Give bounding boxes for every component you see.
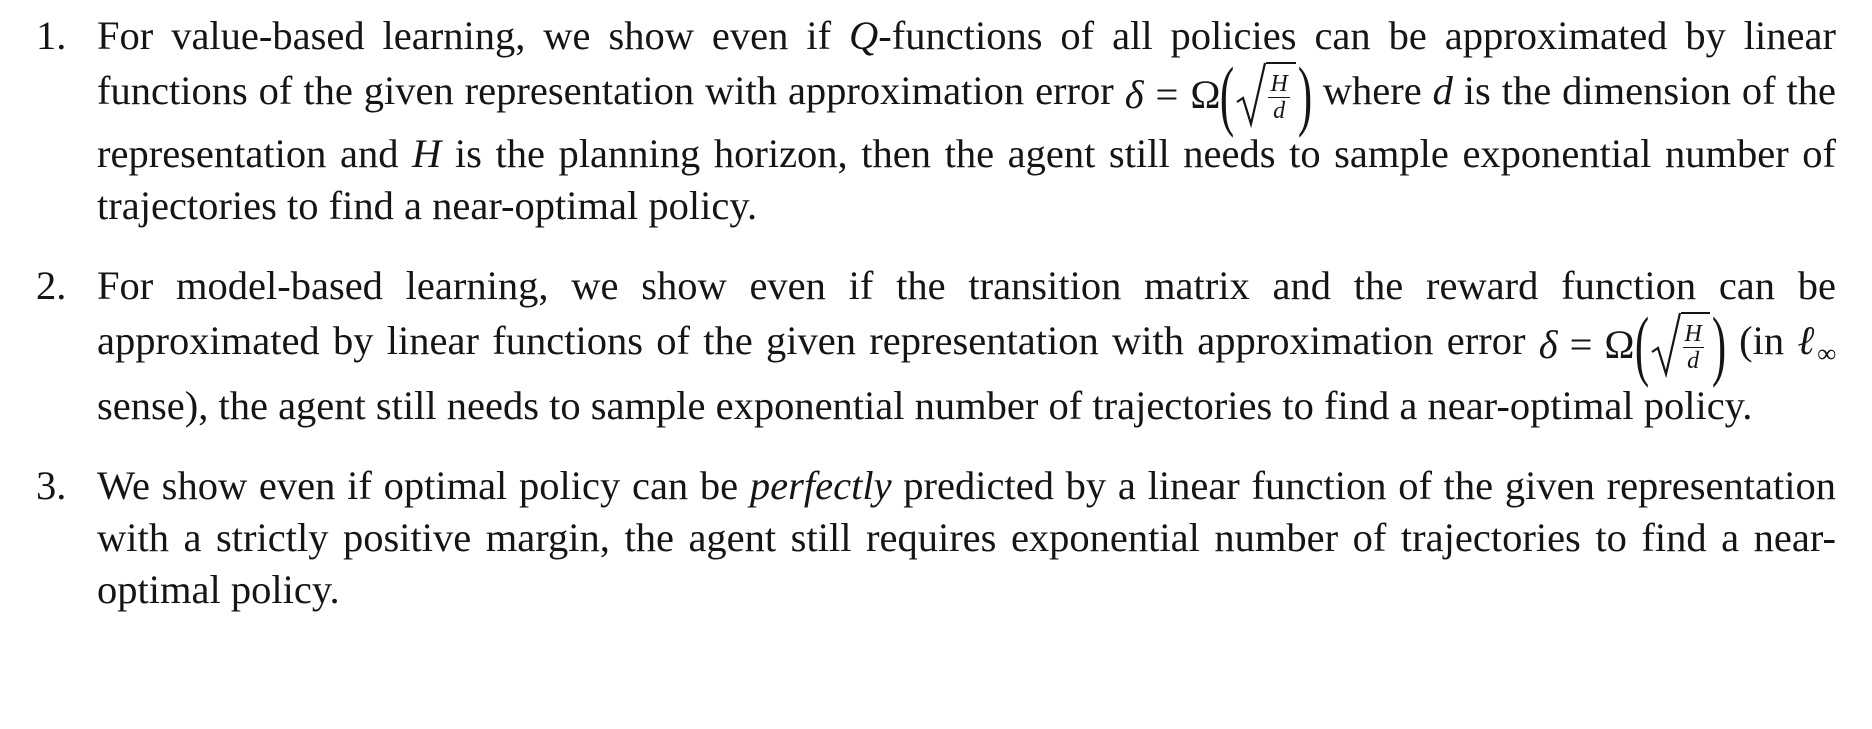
approximation-error-formula: δ = Ω(Hd) xyxy=(1538,301,1726,388)
item-text: For model-based learning, we show even i… xyxy=(97,263,1836,429)
q-symbol: Q xyxy=(849,13,879,58)
list-item-1: 1. For value-based learning, we show eve… xyxy=(36,0,1836,232)
item-number: 1. xyxy=(36,13,67,58)
item-text: For value-based learning, we show even i… xyxy=(97,13,1837,228)
h-symbol: H xyxy=(412,131,442,176)
fraction: Hd xyxy=(1682,320,1704,374)
item-text: We show even if optimal policy can be pe… xyxy=(97,463,1836,613)
d-symbol: d xyxy=(1432,68,1453,114)
list-item-3: 3. We show even if optimal policy can be… xyxy=(36,460,1836,616)
fraction: Hd xyxy=(1268,70,1290,124)
radical-sign-icon xyxy=(1236,62,1267,128)
contribution-list: 1. For value-based learning, we show eve… xyxy=(36,0,1836,616)
square-root: Hd xyxy=(1236,62,1296,128)
ell-infinity-norm: ℓ∞ xyxy=(1797,318,1836,369)
radical-sign-icon xyxy=(1650,312,1681,378)
item-number: 2. xyxy=(36,263,67,308)
emphasis: perfectly xyxy=(749,463,892,509)
approximation-error-formula: δ = Ω(Hd) xyxy=(1124,51,1312,138)
list-item-2: 2. For model-based learning, we show eve… xyxy=(36,260,1836,432)
item-number: 3. xyxy=(36,463,67,509)
square-root: Hd xyxy=(1650,312,1710,378)
